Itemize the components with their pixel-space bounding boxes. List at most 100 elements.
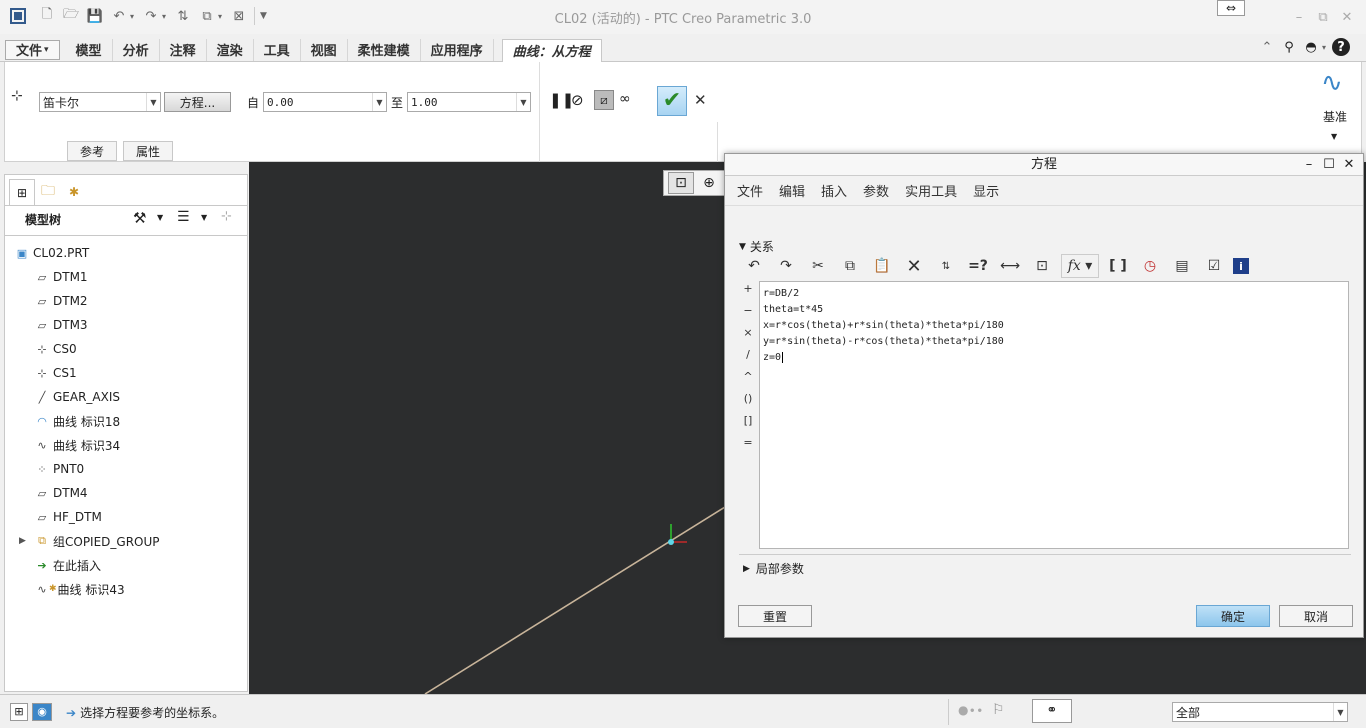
navigator-toggle-icon[interactable]: ⊞ — [10, 703, 28, 721]
relations-header[interactable]: ▼ 关系 — [739, 238, 774, 255]
tab-file[interactable]: 文件 ▾ — [5, 39, 60, 60]
tab-curve-from-equation[interactable]: 曲线：从方程 — [501, 38, 602, 63]
operator-power[interactable]: ^ — [741, 370, 755, 392]
tree-item[interactable]: ➔ 在此插入 — [13, 553, 245, 577]
show-icon[interactable]: ☰ — [177, 209, 190, 225]
local-params-header[interactable]: ▶ 局部参数 — [743, 560, 804, 577]
tab-model[interactable]: 模型 — [66, 38, 113, 61]
function-icon[interactable]: fx ▾ — [1061, 254, 1099, 278]
operator-equals[interactable]: = — [741, 436, 755, 458]
restore-ribbon-icon[interactable]: ⇔ — [1217, 0, 1245, 16]
chevron-down-icon[interactable]: ▼ — [201, 213, 207, 222]
verify-mode-icon[interactable]: ⧄ — [594, 90, 614, 110]
from-value-input[interactable]: 0.00 ▼ — [263, 92, 387, 112]
tab-flexible-modeling[interactable]: 柔性建模 — [348, 38, 421, 61]
find-icon[interactable]: ⚭ — [1032, 699, 1072, 723]
relations-editor[interactable]: r=DB/2 theta=t*45 x=r*cos(theta)+r*sin(t… — [759, 281, 1349, 549]
tree-item[interactable]: ▱ DTM4 — [13, 481, 245, 505]
tree-item[interactable]: ▶ ⧉ 组COPIED_GROUP — [13, 529, 245, 553]
confirm-icon[interactable]: ✔ — [657, 86, 687, 116]
operator-minus[interactable]: − — [741, 304, 755, 326]
copy-icon[interactable]: ⧉ — [837, 254, 863, 278]
search-icon[interactable]: ⚲ — [1280, 38, 1298, 56]
tree-item[interactable]: ∿ 曲线 标识34 — [13, 433, 245, 457]
undo-icon[interactable]: ↶ — [741, 254, 767, 278]
maximize-icon[interactable]: ☐ — [1319, 154, 1339, 176]
equation-button[interactable]: 方程... — [164, 92, 231, 112]
close-icon[interactable]: ✕ — [1339, 154, 1359, 176]
tab-references[interactable]: 参考 — [67, 141, 118, 161]
chevron-down-icon[interactable]: ▼ — [157, 213, 163, 222]
tab-view[interactable]: 视图 — [301, 38, 348, 61]
tab-applications[interactable]: 应用程序 — [421, 38, 494, 61]
browser-toggle-icon[interactable]: ◉ — [32, 703, 52, 721]
tree-filters-icon[interactable]: ⊹ — [221, 209, 232, 224]
tree-item[interactable]: ◠ 曲线 标识18 — [13, 409, 245, 433]
model-tree-tab-icon[interactable]: ⊞ — [9, 179, 35, 205]
operator-brackets[interactable]: [] — [741, 414, 755, 436]
dimension-icon[interactable]: ⟷ — [997, 254, 1023, 278]
tree-item[interactable]: ⊹ CS0 — [13, 337, 245, 361]
tab-annotate[interactable]: 注释 — [160, 38, 207, 61]
folder-browser-icon[interactable]: 🗀 — [35, 179, 61, 205]
flag-icon[interactable]: ⚐ — [992, 702, 1005, 718]
verify-icon[interactable]: ◷ — [1137, 254, 1163, 278]
expand-icon[interactable]: ▶ — [19, 536, 33, 546]
operator-plus[interactable]: + — [741, 282, 755, 304]
minimize-icon[interactable]: – — [1299, 154, 1319, 176]
ok-button[interactable]: 确定 — [1196, 605, 1270, 627]
menu-insert[interactable]: 插入 — [821, 181, 847, 200]
to-value-input[interactable]: 1.00 ▼ — [407, 92, 531, 112]
tab-tools[interactable]: 工具 — [254, 38, 301, 61]
tab-render[interactable]: 渲染 — [207, 38, 254, 61]
community-dropdown-icon[interactable]: ▾ — [1320, 38, 1328, 56]
operator-multiply[interactable]: × — [741, 326, 755, 348]
tree-item[interactable]: ╱ GEAR_AXIS — [13, 385, 245, 409]
evaluate-icon[interactable]: =? — [965, 254, 991, 278]
selection-filter-select[interactable]: 全部 ▼ — [1172, 702, 1348, 722]
coordinate-system-select[interactable]: 笛卡尔 ▼ — [39, 92, 161, 112]
redo-icon[interactable]: ↷ — [773, 254, 799, 278]
minimize-icon[interactable]: – — [1290, 8, 1308, 26]
operator-divide[interactable]: / — [741, 348, 755, 370]
menu-utilities[interactable]: 实用工具 — [905, 181, 957, 200]
info-icon[interactable]: i — [1233, 258, 1249, 274]
sort-units-icon[interactable]: ▤ — [1169, 254, 1195, 278]
tree-item[interactable]: ⁘ PNT0 — [13, 457, 245, 481]
delete-icon[interactable]: ✕ — [901, 254, 927, 278]
checklist-icon[interactable]: ☑ — [1201, 254, 1227, 278]
preview-icon[interactable]: ⊡ — [1029, 254, 1055, 278]
tab-analysis[interactable]: 分析 — [113, 38, 160, 61]
tree-item[interactable]: ▣ CL02.PRT — [13, 241, 245, 265]
sort-relations-icon[interactable]: ⇅ — [933, 254, 959, 278]
tree-item[interactable]: ▱ DTM3 — [13, 313, 245, 337]
community-icon[interactable]: ◓ — [1302, 38, 1320, 56]
chevron-down-icon[interactable]: ▼ — [1331, 132, 1337, 141]
close-icon[interactable]: ✕ — [1338, 8, 1356, 26]
no-preview-icon[interactable]: ⊘ — [571, 91, 584, 109]
settings-icon[interactable]: ⚒ — [133, 209, 146, 227]
cut-icon[interactable]: ✂ — [805, 254, 831, 278]
paste-icon[interactable]: 📋 — [869, 254, 895, 278]
maximize-icon[interactable]: ⧉ — [1314, 8, 1332, 26]
menu-show[interactable]: 显示 — [973, 181, 999, 200]
cancel-icon[interactable]: ✕ — [694, 91, 707, 109]
glasses-icon[interactable]: ∞ — [619, 91, 631, 107]
menu-file[interactable]: 文件 — [737, 181, 763, 200]
datum-curve-icon[interactable]: ∿ — [1321, 68, 1343, 98]
operator-parentheses[interactable]: () — [741, 392, 755, 414]
tree-item[interactable]: ▱ HF_DTM — [13, 505, 245, 529]
tree-item[interactable]: ▱ DTM1 — [13, 265, 245, 289]
cancel-button[interactable]: 取消 — [1279, 605, 1353, 627]
menu-parameters[interactable]: 参数 — [863, 181, 889, 200]
tree-item[interactable]: ∿ ✱ 曲线 标识43 — [13, 577, 245, 601]
tab-properties[interactable]: 属性 — [123, 141, 174, 161]
menu-edit[interactable]: 编辑 — [779, 181, 805, 200]
collapse-ribbon-icon[interactable]: ⌃ — [1258, 38, 1276, 56]
tree-item[interactable]: ▱ DTM2 — [13, 289, 245, 313]
tree-item[interactable]: ⊹ CS1 — [13, 361, 245, 385]
favorites-icon[interactable]: ✱ — [61, 179, 87, 205]
brackets-icon[interactable]: [ ] — [1105, 254, 1131, 278]
help-icon[interactable]: ? — [1332, 38, 1350, 56]
reset-button[interactable]: 重置 — [738, 605, 812, 627]
